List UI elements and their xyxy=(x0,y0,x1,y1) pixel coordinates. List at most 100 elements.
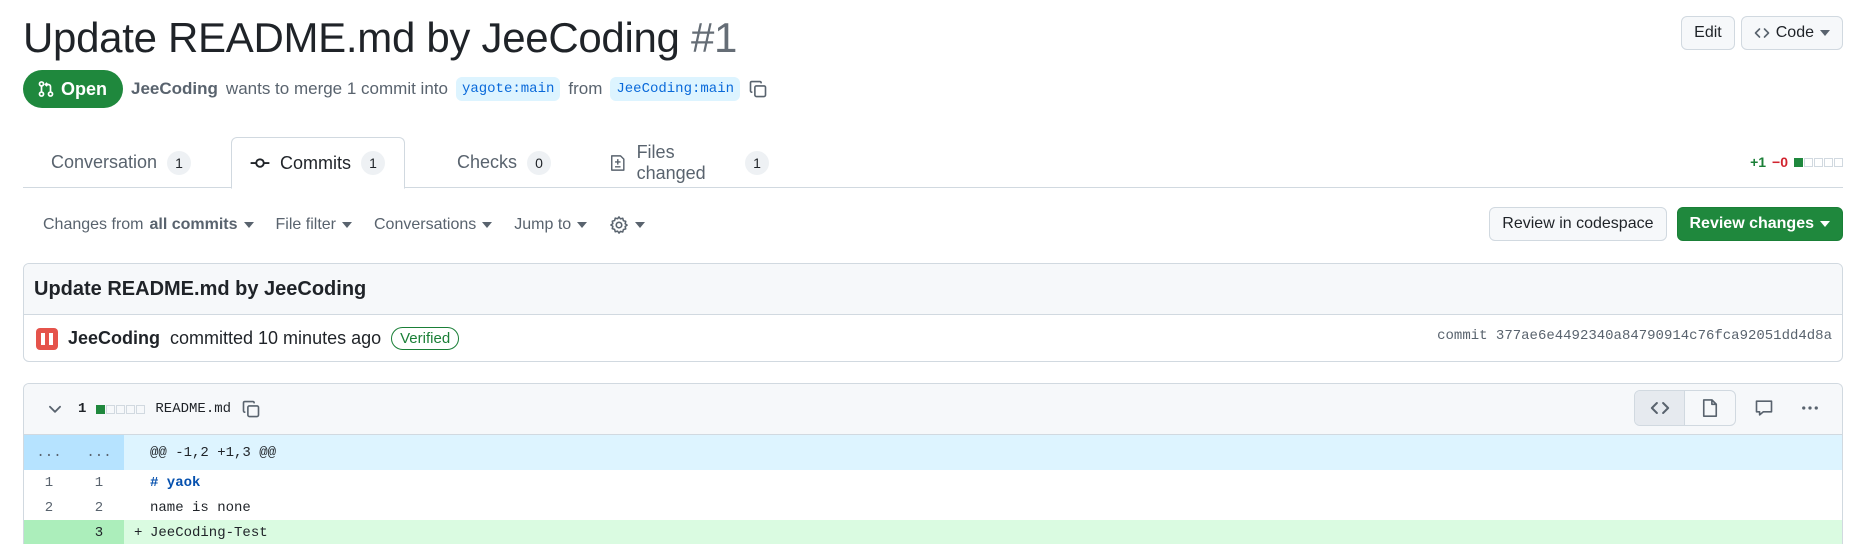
expand-down-button[interactable]: ... xyxy=(74,435,124,470)
diff-toolbar: Changes from all commits File filter Con… xyxy=(23,207,1843,243)
diff-line: 1 1 # yaok xyxy=(24,470,1842,495)
new-line-number[interactable]: 3 xyxy=(74,520,124,544)
avatar[interactable] xyxy=(36,327,58,350)
edit-button[interactable]: Edit xyxy=(1681,16,1735,50)
pr-title: Update README.md by JeeCoding #1 xyxy=(23,10,1843,66)
tab-label: Checks xyxy=(457,152,518,172)
line-code: name is none xyxy=(150,499,251,516)
comment-button[interactable] xyxy=(1746,390,1782,426)
diffstat-block xyxy=(116,404,126,414)
commit-message: Update README.md by JeeCoding xyxy=(24,264,1842,315)
new-line-number[interactable]: 2 xyxy=(74,500,124,516)
file-name-link[interactable]: README.md xyxy=(155,401,231,417)
diffstat-block xyxy=(1794,157,1803,167)
line-text: JeeCoding-Test xyxy=(150,524,268,541)
chevron-down-icon xyxy=(243,222,254,228)
review-in-codespace-button[interactable]: Review in codespace xyxy=(1489,207,1667,241)
tab-conversation[interactable]: Conversation 1 xyxy=(23,137,199,188)
head-branch[interactable]: JeeCoding:main xyxy=(610,77,740,101)
pr-author-link[interactable]: JeeCoding xyxy=(131,79,218,99)
new-line-number[interactable]: 1 xyxy=(74,475,124,491)
changes-from-value: all commits xyxy=(149,216,238,233)
code-icon xyxy=(1754,28,1770,38)
view-toggle xyxy=(1634,390,1736,426)
diff-settings-dropdown[interactable] xyxy=(609,215,646,235)
tab-counter: 1 xyxy=(361,151,385,175)
file-header: 1 README.md xyxy=(24,384,1842,435)
review-changes-button[interactable]: Review changes xyxy=(1676,207,1843,241)
commit-action-text: committed 10 minutes ago xyxy=(170,328,382,348)
old-line-number[interactable]: 2 xyxy=(24,500,74,516)
chevron-down-icon xyxy=(577,222,588,228)
conversations-label: Conversations xyxy=(373,216,477,233)
hunk-header-row: ... ... @@ -1,2 +1,3 @@ xyxy=(24,435,1842,470)
deletions-count: −0 xyxy=(1772,154,1788,170)
chevron-down-icon xyxy=(635,222,646,228)
commit-box: Update README.md by JeeCoding JeeCoding … xyxy=(23,263,1843,362)
code-button-label: Code xyxy=(1775,24,1814,41)
chevron-down-icon[interactable] xyxy=(46,400,64,418)
tab-label: Conversation xyxy=(51,152,158,172)
git-pull-request-icon xyxy=(38,81,54,97)
jump-to-dropdown[interactable]: Jump to xyxy=(514,216,588,234)
tab-counter: 0 xyxy=(527,150,552,175)
tab-label: Files changed xyxy=(636,141,706,183)
expand-up-button[interactable]: ... xyxy=(24,435,74,470)
pr-header: Update README.md by JeeCoding #1 Edit Co… xyxy=(23,10,1843,66)
commit-details: JeeCoding committed 10 minutes ago Verif… xyxy=(24,315,1842,361)
merge-text: wants to merge 1 commit into xyxy=(225,79,448,98)
status-label: Open xyxy=(61,78,108,99)
code-icon xyxy=(1650,402,1669,414)
diffstat-blocks xyxy=(1794,157,1843,167)
status-badge: Open xyxy=(23,70,124,108)
git-commit-icon xyxy=(250,158,270,168)
code-button[interactable]: Code xyxy=(1740,16,1843,50)
diff-table: ... ... @@ -1,2 +1,3 @@ 1 1 # yaok 2 2 n… xyxy=(24,435,1842,544)
old-line-number[interactable]: 1 xyxy=(24,475,74,491)
verified-badge[interactable]: Verified xyxy=(391,327,460,350)
review-actions: Review in codespace Review changes xyxy=(1489,207,1843,241)
diffstat-block xyxy=(1814,157,1823,167)
commit-sha: commit 377ae6e4492340a84790914c76fca9205… xyxy=(1437,328,1832,344)
hunk-header: @@ -1,2 +1,3 @@ xyxy=(150,444,277,461)
commit-author-link[interactable]: JeeCoding xyxy=(68,328,160,349)
file-diff-icon xyxy=(611,154,625,171)
comment-icon xyxy=(1755,400,1773,416)
source-diff-toggle[interactable] xyxy=(1635,391,1685,425)
from-text: from xyxy=(568,79,603,98)
diffstat-block xyxy=(96,404,106,414)
file-actions xyxy=(1634,390,1828,426)
file-filter-dropdown[interactable]: File filter xyxy=(276,216,352,234)
more-options-button[interactable] xyxy=(1792,390,1828,426)
file-change-count: 1 xyxy=(78,401,87,417)
tab-commits[interactable]: Commits 1 xyxy=(231,137,405,189)
header-actions: Edit Code xyxy=(1681,16,1843,50)
line-code: # yaok xyxy=(150,474,201,491)
base-branch[interactable]: yagote:main xyxy=(455,77,561,101)
review-changes-label: Review changes xyxy=(1689,215,1815,232)
tab-counter: 1 xyxy=(167,150,192,175)
old-line-number[interactable] xyxy=(24,520,74,544)
copy-icon[interactable] xyxy=(241,399,261,419)
diffstat-block xyxy=(1804,157,1813,167)
conversations-dropdown[interactable]: Conversations xyxy=(373,216,493,234)
tab-checks[interactable]: Checks 0 xyxy=(429,137,559,188)
diffstat-block xyxy=(136,404,146,414)
file-diffstat-blocks xyxy=(96,404,146,414)
copy-icon[interactable] xyxy=(748,79,768,99)
tab-label: Commits xyxy=(280,152,351,173)
line-code: + JeeCoding-Test xyxy=(124,525,268,541)
diff-line-added: 3 + JeeCoding-Test xyxy=(24,520,1842,544)
tab-files-changed[interactable]: Files changed 1 xyxy=(591,137,787,188)
chevron-down-icon xyxy=(1820,30,1830,36)
diffstat-block xyxy=(126,404,136,414)
chevron-down-icon xyxy=(482,222,493,228)
pr-tabs: Conversation 1 Commits 1 Checks 0 Files … xyxy=(23,137,1843,189)
gear-icon xyxy=(610,216,629,234)
changes-from-dropdown[interactable]: Changes from all commits xyxy=(43,216,254,234)
chevron-down-icon xyxy=(341,222,352,228)
rich-diff-toggle[interactable] xyxy=(1685,391,1735,425)
pr-title-text: Update README.md by JeeCoding xyxy=(23,14,680,61)
diffstat-block xyxy=(1824,157,1833,167)
additions-count: +1 xyxy=(1750,154,1767,170)
